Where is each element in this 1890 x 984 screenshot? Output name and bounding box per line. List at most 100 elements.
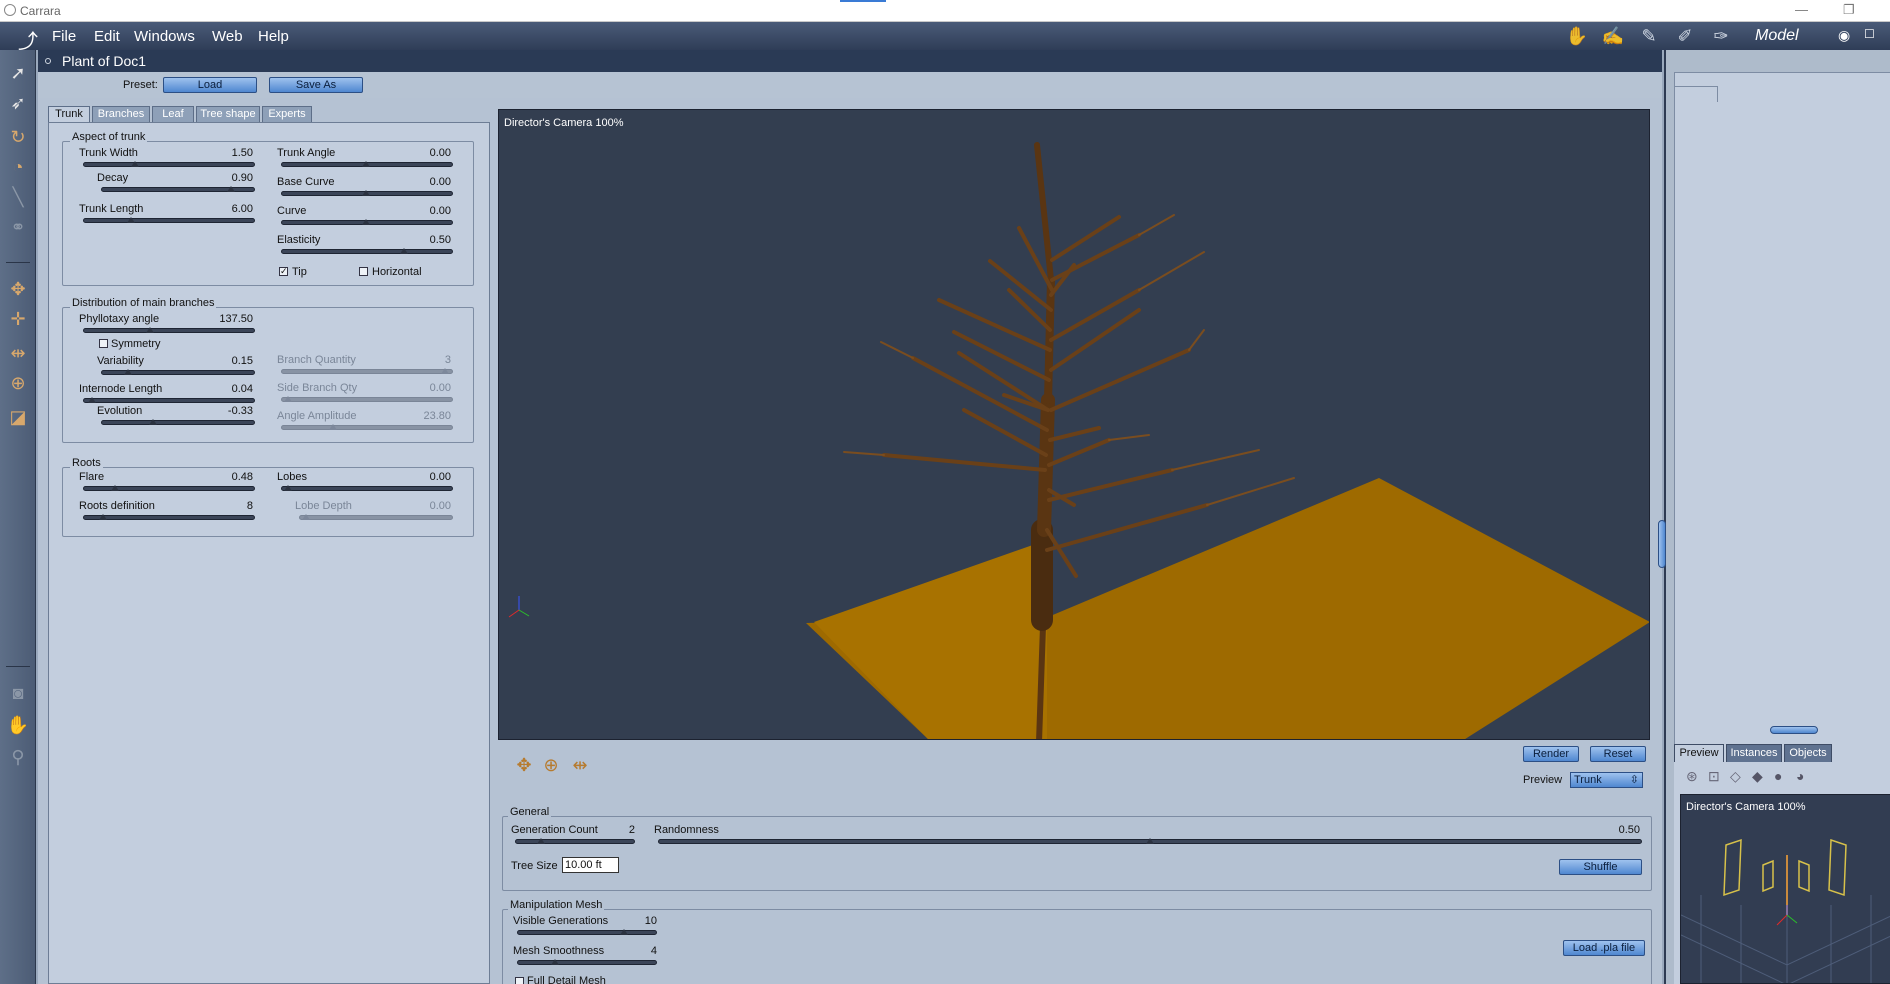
lobes-value[interactable]: 0.00 bbox=[391, 471, 451, 483]
trunk-length-value[interactable]: 6.00 bbox=[193, 203, 253, 215]
menu-windows[interactable]: Windows bbox=[134, 28, 195, 45]
menu-file[interactable]: File bbox=[52, 28, 76, 45]
shaded-icon[interactable]: ◆ bbox=[1752, 768, 1763, 785]
room-render-icon[interactable]: ✑ bbox=[1709, 25, 1733, 47]
slider-thumb[interactable] bbox=[620, 929, 628, 935]
slider-thumb[interactable] bbox=[99, 514, 107, 520]
mesh-smoothness-slider[interactable] bbox=[517, 960, 657, 965]
move-yz-icon[interactable]: ⇹ bbox=[5, 340, 31, 366]
load-preset-button[interactable]: Load bbox=[163, 77, 257, 93]
box-icon[interactable]: ◇ bbox=[1730, 768, 1741, 785]
elasticity-value[interactable]: 0.50 bbox=[391, 234, 451, 246]
elasticity-slider[interactable] bbox=[281, 249, 453, 254]
direct-manipulation-icon[interactable]: ➶ bbox=[5, 90, 31, 116]
evolution-slider[interactable] bbox=[101, 420, 255, 425]
move-xz-icon[interactable]: ✛ bbox=[5, 306, 31, 332]
roots-definition-value[interactable]: 8 bbox=[193, 500, 253, 512]
preview-viewport[interactable]: Director's Camera 100% bbox=[1680, 794, 1890, 984]
tab-tree-shape[interactable]: Tree shape bbox=[196, 106, 260, 123]
load-pla-file-button[interactable]: Load .pla file bbox=[1563, 940, 1645, 956]
eye-icon[interactable]: ◉ bbox=[1838, 27, 1850, 44]
flare-value[interactable]: 0.48 bbox=[193, 471, 253, 483]
tab-preview[interactable]: Preview bbox=[1674, 744, 1724, 762]
room-model-icon[interactable]: ✍ bbox=[1601, 25, 1625, 47]
hand-icon[interactable]: ✋ bbox=[5, 712, 31, 738]
splitter-handle[interactable] bbox=[1770, 726, 1818, 734]
menu-edit[interactable]: Edit bbox=[94, 28, 120, 45]
evolution-value[interactable]: -0.33 bbox=[193, 405, 253, 417]
visible-generations-value[interactable]: 10 bbox=[597, 915, 657, 927]
slider-thumb[interactable] bbox=[124, 369, 132, 375]
slider-thumb[interactable] bbox=[111, 485, 119, 491]
horizontal-checkbox[interactable] bbox=[359, 267, 368, 276]
room-assemble-icon[interactable]: ✋ bbox=[1565, 25, 1589, 47]
internode-length-value[interactable]: 0.04 bbox=[193, 383, 253, 395]
tab-trunk[interactable]: Trunk bbox=[48, 106, 90, 123]
slider-thumb[interactable] bbox=[400, 248, 408, 254]
minimize-button[interactable]: — bbox=[1795, 2, 1808, 17]
symmetry-checkbox[interactable] bbox=[99, 339, 108, 348]
slider-thumb[interactable] bbox=[551, 959, 559, 965]
phyllotaxy-angle-value[interactable]: 137.50 bbox=[193, 313, 253, 325]
orbit-icon[interactable]: ⊕ bbox=[540, 754, 562, 776]
generation-count-slider[interactable] bbox=[515, 839, 635, 844]
textured-icon[interactable]: ◕ bbox=[1796, 768, 1804, 784]
slider-thumb[interactable] bbox=[149, 419, 157, 425]
room-storyboard-icon[interactable]: ✎ bbox=[1637, 25, 1661, 47]
slider-thumb[interactable] bbox=[537, 838, 545, 844]
menu-web[interactable]: Web bbox=[212, 28, 243, 45]
slider-thumb[interactable] bbox=[284, 485, 292, 491]
roots-definition-slider[interactable] bbox=[83, 515, 255, 520]
preview-select[interactable]: Trunk ⇳ bbox=[1570, 772, 1643, 788]
twist-icon[interactable]: ◔ bbox=[5, 154, 31, 180]
slider-thumb[interactable] bbox=[127, 217, 135, 223]
bind-icon[interactable]: ⚭ bbox=[5, 214, 31, 240]
slider-thumb[interactable] bbox=[1146, 838, 1154, 844]
trackball-icon[interactable]: ⊕ bbox=[5, 370, 31, 396]
collapse-dot-icon[interactable] bbox=[45, 58, 51, 64]
slider-thumb[interactable] bbox=[362, 161, 370, 167]
tray-tab[interactable] bbox=[1674, 86, 1718, 102]
slider-thumb[interactable] bbox=[146, 327, 154, 333]
slider-thumb[interactable] bbox=[362, 190, 370, 196]
smooth-icon[interactable]: ● bbox=[1774, 768, 1782, 784]
slider-thumb[interactable] bbox=[362, 219, 370, 225]
trunk-width-value[interactable]: 1.50 bbox=[193, 147, 253, 159]
dolly-icon[interactable]: ⇹ bbox=[569, 754, 591, 776]
zoom-icon[interactable]: ⚲ bbox=[5, 744, 31, 770]
trunk-length-slider[interactable] bbox=[83, 218, 255, 223]
side-splitter-handle[interactable] bbox=[1658, 520, 1666, 568]
decay-value[interactable]: 0.90 bbox=[193, 172, 253, 184]
internode-length-slider[interactable] bbox=[83, 398, 255, 403]
window-toggle-icon[interactable]: ☐ bbox=[1864, 27, 1875, 41]
camera-icon[interactable]: ◙ bbox=[5, 680, 31, 706]
lobes-slider[interactable] bbox=[281, 486, 453, 491]
tab-leaf[interactable]: Leaf bbox=[152, 106, 194, 123]
render-button[interactable]: Render bbox=[1523, 746, 1579, 762]
base-curve-value[interactable]: 0.00 bbox=[391, 176, 451, 188]
tip-checkbox[interactable]: ✓ bbox=[279, 267, 288, 276]
full-detail-mesh-checkbox[interactable] bbox=[515, 977, 524, 984]
link-icon[interactable]: ╲ bbox=[5, 184, 31, 210]
slider-thumb[interactable] bbox=[227, 186, 235, 192]
slider-thumb[interactable] bbox=[88, 397, 96, 403]
pan-xy-icon[interactable]: ✥ bbox=[513, 754, 535, 776]
curve-value[interactable]: 0.00 bbox=[391, 205, 451, 217]
generation-count-value[interactable]: 2 bbox=[575, 824, 635, 836]
mesh-smoothness-value[interactable]: 4 bbox=[597, 945, 657, 957]
menu-help[interactable]: Help bbox=[258, 28, 289, 45]
restore-button[interactable]: ❐ bbox=[1843, 2, 1855, 18]
tab-experts[interactable]: Experts bbox=[262, 106, 312, 123]
reset-button[interactable]: Reset bbox=[1590, 746, 1646, 762]
rotate-icon[interactable]: ↻ bbox=[5, 124, 31, 150]
flare-slider[interactable] bbox=[83, 486, 255, 491]
room-texture-icon[interactable]: ✐ bbox=[1673, 25, 1697, 47]
tab-branches[interactable]: Branches bbox=[92, 106, 150, 123]
phyllotaxy-angle-slider[interactable] bbox=[83, 328, 255, 333]
shuffle-button[interactable]: Shuffle bbox=[1559, 859, 1642, 875]
tab-objects[interactable]: Objects bbox=[1784, 744, 1832, 762]
camera-view-icon[interactable]: ⊛ bbox=[1686, 768, 1698, 785]
wireframe-icon[interactable]: ⊡ bbox=[1708, 768, 1720, 785]
scale-box-icon[interactable]: ◪ bbox=[5, 404, 31, 430]
save-as-preset-button[interactable]: Save As bbox=[269, 77, 363, 93]
